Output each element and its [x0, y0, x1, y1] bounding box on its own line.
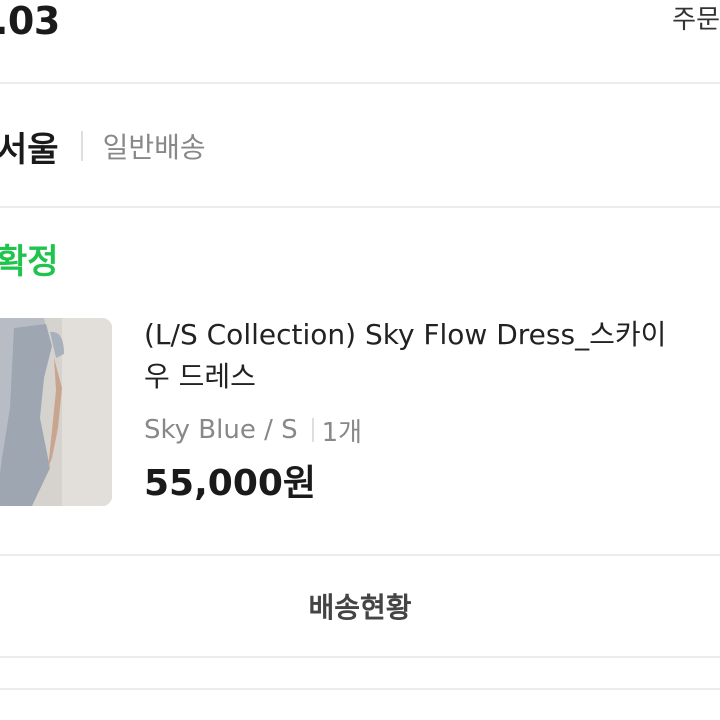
- product-image: [0, 318, 112, 506]
- product-quantity: 1개: [321, 417, 363, 448]
- order-status: 확정: [0, 242, 59, 282]
- order-date: .03: [0, 0, 60, 43]
- product-option: Sky Blue / S: [144, 415, 298, 445]
- product-name[interactable]: (L/S Collection) Sky Flow Dress_스카이 우 드레…: [144, 314, 720, 398]
- delivery-status-button[interactable]: 배송현황: [0, 578, 720, 634]
- divider: [0, 82, 720, 84]
- order-detail-link[interactable]: 주문: [672, 0, 720, 40]
- product-option-row: Sky Blue / S 1개: [144, 408, 362, 452]
- product-thumbnail[interactable]: [0, 318, 112, 506]
- separator: [80, 131, 83, 161]
- divider: [0, 688, 720, 690]
- shipping-type: 일반배송: [102, 131, 206, 164]
- divider: [0, 656, 720, 658]
- divider: [0, 554, 720, 556]
- product-price: 55,000원: [144, 463, 317, 504]
- shipping-location: 서울: [0, 129, 59, 170]
- product-name-line1: (L/S Collection) Sky Flow Dress_스카이: [144, 318, 667, 351]
- product-name-line2: 우 드레스: [144, 360, 256, 393]
- separator: [311, 418, 314, 442]
- divider: [0, 206, 720, 208]
- shipping-info: 서울 일반배송: [0, 118, 206, 174]
